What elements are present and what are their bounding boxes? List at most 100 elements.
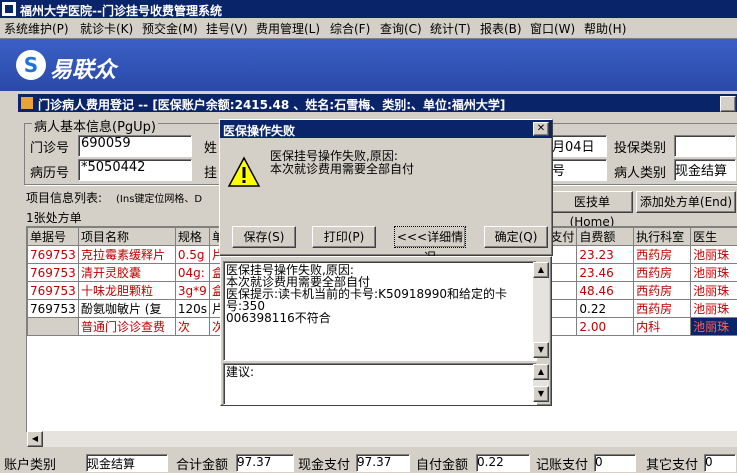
window-icon: [21, 97, 33, 109]
cell-dept: 西药房: [634, 300, 691, 318]
total-field[interactable]: 97.37: [236, 454, 294, 472]
cell-doctor: 池丽珠: [691, 246, 737, 264]
cell-pay: [548, 282, 577, 300]
details-textarea[interactable]: 医保挂号操作失败,原因: 本次就诊费用需要全部自付 医保提示:读卡机当前的卡号:…: [223, 261, 537, 361]
cell-doc-id: 769753: [28, 300, 79, 318]
details-scrollbar[interactable]: ▲ ▼: [533, 262, 549, 358]
menu-report[interactable]: 报表(B): [480, 20, 522, 37]
number-field[interactable]: 号: [551, 159, 607, 181]
name-label-partial: 姓: [204, 137, 217, 156]
dialog-message: 医保挂号操作失败,原因: 本次就诊费用需要全部自付: [270, 150, 414, 176]
col-item-name[interactable]: 项目名称: [78, 228, 175, 246]
warning-icon: [227, 156, 261, 188]
cell-pay: [548, 318, 577, 336]
account-type-select[interactable]: 现金结算: [86, 454, 168, 472]
cell-dept: 西药房: [634, 282, 691, 300]
cell-self-pay: 48.46: [577, 282, 634, 300]
record-no-label: 病历号: [30, 162, 69, 181]
col-doctor[interactable]: 医生: [691, 228, 737, 246]
menu-integrated[interactable]: 综合(F): [330, 20, 370, 37]
cell-dept: 内科: [634, 318, 691, 336]
self-pay-field[interactable]: 0.22: [476, 454, 530, 472]
cell-spec: 3g*9: [175, 282, 209, 300]
menu-bar: 系统维护(P) 就诊卡(K) 预交金(M) 挂号(V) 费用管理(L) 综合(F…: [0, 18, 737, 39]
cell-item-name: 酚氨咖敏片 (复: [78, 300, 175, 318]
app-title-bar: 福州大学医院--门诊挂号收费管理系统: [0, 0, 737, 18]
insurance-type-field[interactable]: [674, 135, 736, 157]
item-list-label: 项目信息列表:: [26, 189, 102, 206]
print-button[interactable]: 打印(P): [312, 226, 376, 248]
save-button[interactable]: 保存(S): [232, 226, 296, 248]
suggestion-label: 建议:: [226, 366, 534, 378]
details-button[interactable]: <<<详细情况: [394, 226, 466, 248]
footer-bar: 账户类别 现金结算 合计金额 97.37 现金支付 97.37 自付金额 0.2…: [0, 448, 737, 464]
insurance-type-label: 投保类别: [614, 137, 666, 156]
insurance-error-dialog: 医保操作失败 ✕ 医保挂号操作失败,原因: 本次就诊费用需要全部自付 保存(S)…: [219, 119, 553, 256]
dialog-title: 医保操作失败: [223, 122, 295, 139]
cell-doc-id: [28, 318, 79, 336]
cell-self-pay: 2.00: [577, 318, 634, 336]
menu-deposit[interactable]: 预交金(M): [142, 20, 198, 37]
app-title: 福州大学医院--门诊挂号收费管理系统: [20, 2, 222, 19]
col-doc-id[interactable]: 单据号: [28, 228, 79, 246]
doctor-order-button[interactable]: 医技单(Home): [551, 191, 633, 213]
col-spec[interactable]: 规格: [175, 228, 209, 246]
details-line3: 医保提示:读卡机当前的卡号:K50918990和给定的卡号:350: [226, 288, 534, 312]
prescription-count: 1张处方单: [26, 209, 82, 226]
cell-doctor-selected: 池丽珠: [691, 318, 737, 336]
brand-name: 易联众: [50, 52, 116, 84]
item-list-hint: (Ins键定位网格、D: [116, 190, 202, 205]
menu-card[interactable]: 就诊卡(K): [80, 20, 133, 37]
scroll-up-button[interactable]: ▲: [533, 262, 549, 278]
add-prescription-button[interactable]: 添加处方单(End): [636, 191, 736, 213]
dialog-message-line2: 本次就诊费用需要全部自付: [270, 163, 414, 176]
cash-field[interactable]: 97.37: [356, 454, 410, 472]
fund-pay-field[interactable]: 0: [594, 454, 636, 472]
register-label-partial: 挂: [204, 162, 217, 181]
menu-query[interactable]: 查询(C): [380, 20, 422, 37]
cell-dept: 西药房: [634, 246, 691, 264]
menu-fee[interactable]: 费用管理(L): [256, 20, 320, 37]
ok-button[interactable]: 确定(Q): [484, 226, 548, 248]
scroll-left-button[interactable]: ◀: [27, 431, 43, 447]
cell-dept: 西药房: [634, 264, 691, 282]
cell-pay: [548, 300, 577, 318]
fee-window-title-bar: 门诊病人费用登记 -- [医保账户余额:2415.48 、姓名:石雪梅、类别:、…: [18, 94, 737, 112]
suggestion-textarea[interactable]: 建议:: [223, 363, 537, 405]
menu-stats[interactable]: 统计(T): [430, 20, 471, 37]
close-icon[interactable]: ✕: [533, 122, 549, 136]
patient-type-field[interactable]: 现金结算: [674, 159, 736, 181]
scroll-up-button[interactable]: ▲: [533, 364, 549, 380]
record-no-field[interactable]: *5050442: [78, 159, 192, 181]
cell-spec: 120s: [175, 300, 209, 318]
outpatient-no-field[interactable]: 690059: [78, 135, 192, 157]
menu-window[interactable]: 窗口(W): [530, 20, 575, 37]
fee-window-title: 门诊病人费用登记 -- [医保账户余额:2415.48 、姓名:石雪梅、类别:、…: [38, 96, 505, 113]
cell-item-name: 十味龙胆颗粒: [78, 282, 175, 300]
cell-self-pay: 23.46: [577, 264, 634, 282]
grid-hscrollbar[interactable]: ◀: [27, 431, 737, 447]
cell-doctor: 池丽珠: [691, 300, 737, 318]
cell-doc-id: 769753: [28, 246, 79, 264]
other-pay-field[interactable]: 0: [704, 454, 736, 472]
scroll-down-button[interactable]: ▼: [533, 342, 549, 358]
cell-spec: 次: [175, 318, 209, 336]
cell-self-pay: 0.22: [577, 300, 634, 318]
cell-item-name: 克拉霉素缓释片: [78, 246, 175, 264]
patient-info-title: 病人基本信息(PgUp): [32, 116, 158, 135]
suggestion-scrollbar[interactable]: ▲ ▼: [533, 364, 549, 402]
scroll-down-button[interactable]: ▼: [533, 386, 549, 402]
col-self-pay[interactable]: 自费额: [577, 228, 634, 246]
menu-system[interactable]: 系统维护(P): [4, 20, 69, 37]
app-icon: [2, 2, 16, 16]
cell-doctor: 池丽珠: [691, 282, 737, 300]
menu-help[interactable]: 帮助(H): [584, 20, 626, 37]
date-field[interactable]: 月04日: [551, 135, 607, 157]
menu-register[interactable]: 挂号(V): [206, 20, 248, 37]
cell-doc-id: 769753: [28, 282, 79, 300]
col-dept[interactable]: 执行科室: [634, 228, 691, 246]
window-minimize-button[interactable]: [720, 96, 736, 112]
cell-spec: 0.5g: [175, 246, 209, 264]
dialog-title-bar: 医保操作失败 ✕: [220, 120, 552, 138]
cell-item-name: 清开灵胶囊: [78, 264, 175, 282]
